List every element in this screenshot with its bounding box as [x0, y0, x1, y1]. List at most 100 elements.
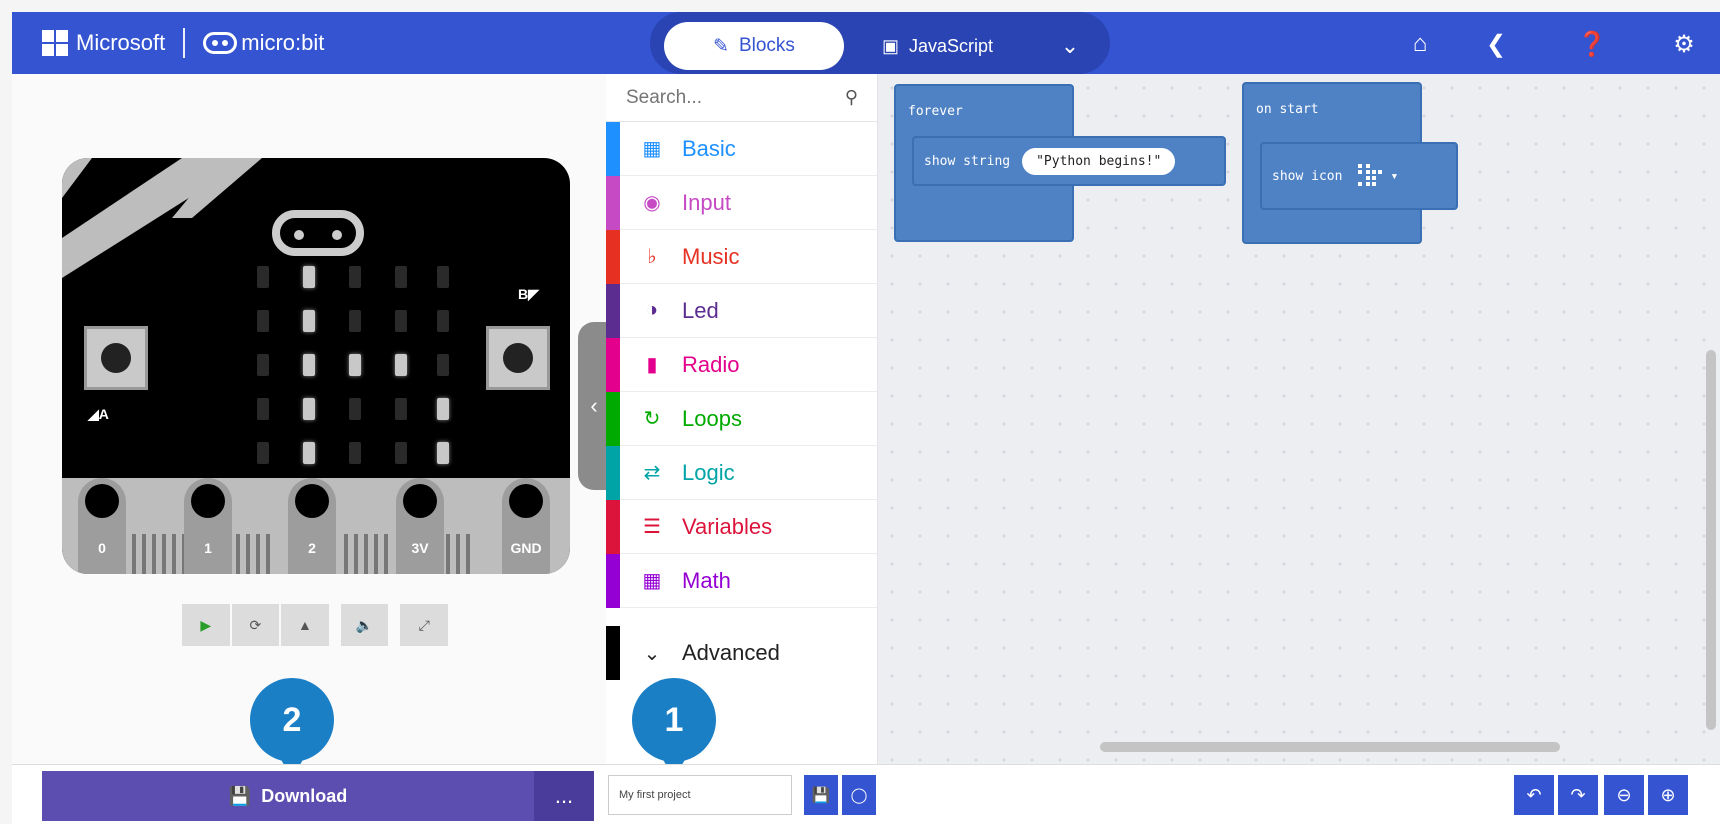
undo-button[interactable]: ↶ [1514, 775, 1554, 815]
simulator-controls: ▶ ⟳ ▲ 🔈 ⤢ [182, 604, 448, 646]
button-b[interactable] [486, 326, 550, 390]
home-button[interactable]: ⌂ [1402, 26, 1438, 62]
button-a-label: ◢A [88, 406, 109, 422]
play-icon: ▶ [200, 616, 212, 633]
workspace-scrollbar-vertical[interactable] [1706, 350, 1716, 730]
download-label: Download [261, 785, 348, 806]
github-button[interactable]: ◯ [842, 775, 876, 815]
blocks-workspace[interactable]: forever show string "Python begins!" on … [632, 74, 1720, 778]
list-icon: ☰ [643, 516, 661, 538]
gear-icon: ⚙ [1673, 30, 1695, 58]
download-button[interactable]: 💾 Download [42, 771, 534, 821]
board-corner-decoration [62, 158, 262, 278]
target-icon: ◉ [643, 192, 661, 214]
more-options-button[interactable]: ... [534, 771, 594, 821]
undo-icon: ↶ [1526, 784, 1542, 805]
tab-blocks[interactable]: ✎ Blocks [664, 22, 844, 70]
restart-icon: ⟳ [249, 616, 262, 633]
led-matrix [257, 266, 467, 476]
chevron-down-icon: ⌄ [643, 642, 661, 665]
category-music[interactable]: ♭ Music [606, 230, 878, 284]
category-radio[interactable]: ▮ Radio [606, 338, 878, 392]
language-dropdown[interactable]: ⌄ [1046, 22, 1094, 70]
show-string-label: show string [924, 153, 1011, 169]
category-loops[interactable]: ↻ Loops [606, 392, 878, 446]
share-button[interactable]: ❮ [1478, 26, 1514, 62]
show-icon-label: show icon [1272, 168, 1343, 184]
zoom-in-button[interactable]: ⊕ [1648, 775, 1688, 815]
chevron-left-icon: ‹ [590, 393, 598, 418]
fullscreen-button[interactable]: ⤢ [400, 604, 448, 646]
play-button[interactable]: ▶ [182, 604, 230, 646]
microbit-board[interactable]: ◢A B◤ 0 1 2 3V GND [62, 158, 570, 574]
tab-blocks-label: Blocks [738, 35, 795, 56]
category-input[interactable]: ◉ Input [606, 176, 878, 230]
pin-2[interactable]: 2 [288, 478, 336, 574]
redo-button[interactable]: ↷ [1558, 775, 1598, 815]
button-a[interactable] [84, 326, 148, 390]
pixel-icon [1358, 164, 1383, 186]
pin-3v[interactable]: 3V [396, 478, 444, 574]
brand-microsoft: Microsoft [76, 30, 166, 55]
callout-2: 2 [250, 678, 334, 778]
puzzle-icon: ✎ [713, 35, 729, 57]
save-button[interactable]: 💾 [804, 775, 838, 815]
caret-down-icon: ▾ [1390, 168, 1399, 184]
workspace-scrollbar-horizontal[interactable] [1100, 742, 1560, 752]
shuffle-icon: ⇄ [643, 462, 661, 484]
category-led[interactable]: ◑ Led [606, 284, 878, 338]
makecode-editor: Microsoft micro:bit ✎ Blocks ▣ JavaScrip… [0, 0, 1720, 824]
chevron-down-icon: ⌄ [1060, 33, 1080, 58]
microbit-face-logo [272, 210, 364, 256]
zoom-in-icon: ⊕ [1660, 784, 1676, 805]
save-icon: 💾 [811, 787, 831, 804]
mute-button[interactable]: 🔈 [340, 604, 389, 646]
brand-separator [183, 28, 186, 58]
forever-block-title: forever [908, 104, 963, 119]
category-advanced[interactable]: ⌄ Advanced [606, 626, 878, 680]
edge-connector: 0 1 2 3V GND [62, 478, 570, 574]
pin-1[interactable]: 1 [184, 478, 232, 574]
debug-button[interactable]: ▲ [281, 604, 329, 646]
headphones-icon: ♭ [647, 246, 657, 268]
calculator-icon: ▦ [642, 570, 662, 592]
search-input[interactable] [626, 86, 796, 109]
toolbox: ⚲ ▦Basic ◉Input ♭Music ◑Led ▮Radio ↻Loop… [606, 74, 878, 764]
pin-gnd[interactable]: GND [502, 478, 550, 574]
top-bar: Microsoft micro:bit ✎ Blocks ▣ JavaScrip… [12, 12, 1720, 74]
show-icon-block[interactable]: show icon ▾ [1260, 142, 1458, 210]
pin-0[interactable]: 0 [78, 478, 126, 574]
microbit-logo-icon [203, 32, 238, 54]
toggle-icon: ◑ [645, 299, 659, 321]
restart-button[interactable]: ⟳ [231, 604, 280, 646]
zoom-out-icon: ⊖ [1616, 784, 1632, 805]
category-logic[interactable]: ⇄ Logic [606, 446, 878, 500]
project-name-input[interactable] [608, 775, 792, 815]
code-icon: ▣ [882, 35, 900, 56]
controls-gap [331, 604, 339, 646]
string-value-input[interactable]: "Python begins!" [1022, 147, 1176, 175]
category-variables[interactable]: ☰ Variables [606, 500, 878, 554]
debug-icon: ▲ [298, 617, 312, 633]
settings-button[interactable]: ⚙ [1666, 26, 1702, 62]
signal-icon: ▮ [646, 354, 658, 376]
search-icon[interactable]: ⚲ [845, 87, 858, 108]
grid-icon: ▦ [642, 138, 662, 160]
icon-picker[interactable]: ▾ [1356, 162, 1398, 190]
microbit-face-eye-right [332, 230, 342, 240]
on-start-block-title: on start [1256, 102, 1319, 117]
category-math[interactable]: ▦ Math [606, 554, 878, 608]
microsoft-logo-icon [42, 30, 68, 56]
loop-icon: ↻ [643, 408, 661, 430]
show-string-block[interactable]: show string "Python begins!" [912, 136, 1226, 186]
category-basic[interactable]: ▦ Basic [606, 122, 878, 176]
brand-area[interactable]: Microsoft micro:bit [42, 12, 324, 74]
help-button[interactable]: ❓ [1574, 26, 1610, 62]
redo-icon: ↷ [1570, 784, 1586, 805]
zoom-out-button[interactable]: ⊖ [1604, 775, 1644, 815]
tab-javascript[interactable]: ▣ JavaScript [882, 22, 993, 70]
toolbox-search: ⚲ [606, 74, 878, 122]
help-icon: ❓ [1577, 30, 1607, 58]
editor-tabs: ✎ Blocks ▣ JavaScript ⌄ [650, 12, 1110, 74]
controls-gap-2 [390, 604, 398, 646]
